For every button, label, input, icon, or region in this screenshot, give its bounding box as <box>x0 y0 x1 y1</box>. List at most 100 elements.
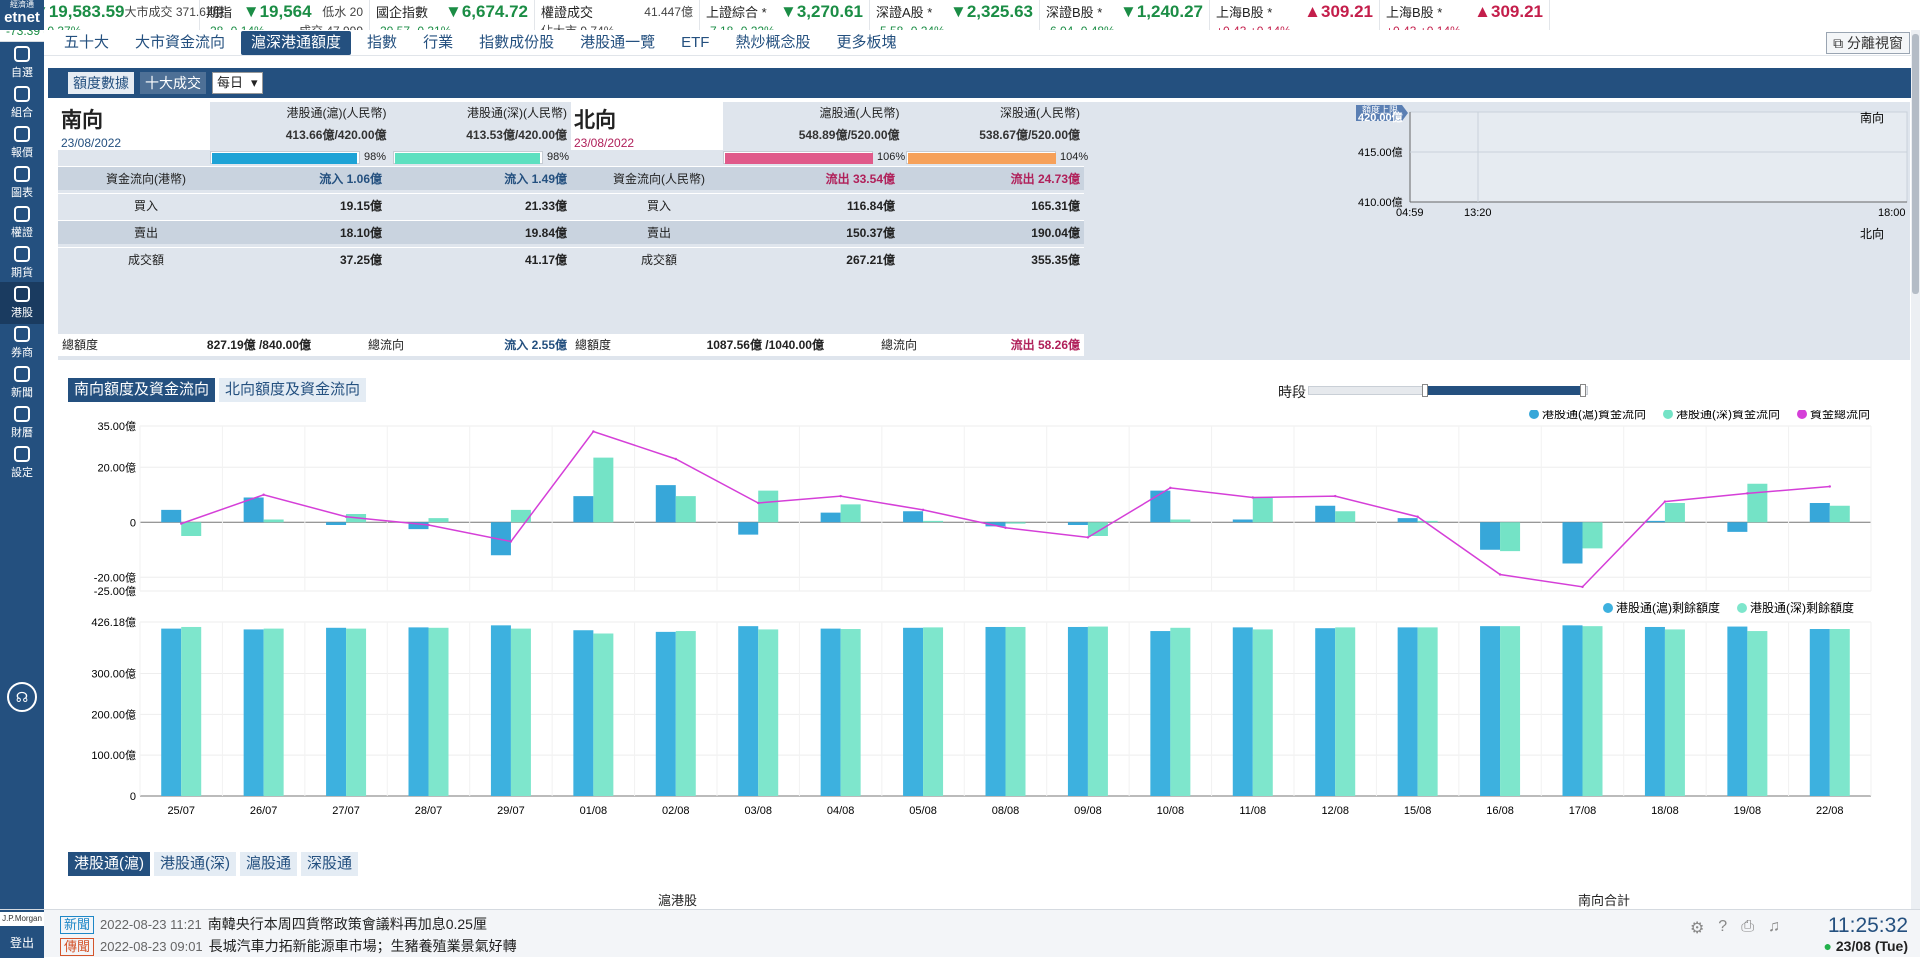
nav-tab-6[interactable]: 港股通一覽 <box>570 31 665 55</box>
sidebar-item-chart[interactable]: 圖表 <box>0 162 44 204</box>
sidebar-item-futures[interactable]: 期貨 <box>0 242 44 284</box>
bar-港股通(滬)剩餘額度-03/08[interactable] <box>738 626 759 796</box>
bar-港股通(深)資金流向-11/08[interactable] <box>1252 497 1273 523</box>
sidebar-item-portfolio[interactable]: 組合 <box>0 82 44 124</box>
nav-tab-7[interactable]: ETF <box>671 31 719 55</box>
bar-港股通(滬)剩餘額度-08/08[interactable] <box>985 626 1006 796</box>
bar-港股通(滬)資金流向-17/08[interactable] <box>1562 522 1583 564</box>
bar-港股通(滬)剩餘額度-15/08[interactable] <box>1397 627 1418 796</box>
bar-港股通(滬)剩餘額度-09/08[interactable] <box>1067 626 1088 796</box>
bar-港股通(滬)剩餘額度-19/08[interactable] <box>1727 626 1748 796</box>
nav-tab-2[interactable]: 滬深港通額度 <box>241 30 352 55</box>
point-資金總流向-29/07[interactable] <box>509 540 513 543</box>
bar-港股通(深)剩餘額度-01/08[interactable] <box>593 633 614 796</box>
bar-港股通(深)資金流向-03/08[interactable] <box>758 490 779 523</box>
print-icon[interactable]: ⎙ <box>1741 918 1754 938</box>
point-資金總流向-11/08[interactable] <box>1251 496 1254 499</box>
point-資金總流向-01/08[interactable] <box>592 430 595 433</box>
scrollbar-thumb[interactable] <box>1912 34 1919 294</box>
bar-港股通(深)剩餘額度-17/08[interactable] <box>1582 626 1603 796</box>
point-資金總流向-25/07[interactable] <box>180 522 183 525</box>
bar-港股通(深)剩餘額度-08/08[interactable] <box>1005 626 1026 796</box>
bar-港股通(深)剩餘額度-12/08[interactable] <box>1335 627 1356 796</box>
logout-area[interactable]: J.P.Morgan 登出 <box>0 910 44 958</box>
period-select[interactable]: 每日 ▾ <box>212 72 263 94</box>
bar-港股通(深)剩餘額度-09/08[interactable] <box>1087 626 1108 796</box>
bar-港股通(滬)剩餘額度-27/07[interactable] <box>326 627 347 796</box>
bar-港股通(深)資金流向-19/08[interactable] <box>1747 483 1768 523</box>
bar-港股通(滬)資金流向-27/07[interactable] <box>326 522 347 525</box>
sound-icon[interactable]: ♫ <box>1768 918 1780 938</box>
bar-港股通(深)剩餘額度-11/08[interactable] <box>1252 629 1273 796</box>
bar-港股通(深)剩餘額度-10/08[interactable] <box>1170 627 1191 796</box>
bar-港股通(深)剩餘額度-15/08[interactable] <box>1417 627 1438 796</box>
nav-tab-8[interactable]: 熱炒概念股 <box>725 31 820 55</box>
slider-right-handle[interactable] <box>1580 384 1586 397</box>
point-資金總流向-28/07[interactable] <box>427 523 430 527</box>
legend-label[interactable]: 資金總流向 <box>1810 410 1870 421</box>
bar-港股通(深)資金流向-28/07[interactable] <box>428 518 449 523</box>
daily-tab-2[interactable]: 滬股通 <box>240 852 298 876</box>
period-slider[interactable] <box>1308 384 1588 397</box>
bar-港股通(滬)資金流向-10/08[interactable] <box>1150 490 1171 523</box>
bar-港股通(滬)資金流向-03/08[interactable] <box>738 522 759 535</box>
bar-港股通(深)資金流向-29/07[interactable] <box>510 509 531 523</box>
bar-港股通(深)剩餘額度-18/08[interactable] <box>1664 629 1685 796</box>
bar-港股通(深)剩餘額度-25/07[interactable] <box>181 626 202 796</box>
support-icon[interactable]: ☊ <box>7 682 37 712</box>
bar-港股通(滬)剩餘額度-16/08[interactable] <box>1480 626 1501 796</box>
sidebar-item-star[interactable]: 自選 <box>0 42 44 84</box>
bar-港股通(滬)資金流向-22/08[interactable] <box>1809 503 1830 523</box>
bar-港股通(滬)剩餘額度-11/08[interactable] <box>1232 627 1253 796</box>
bar-港股通(深)資金流向-01/08[interactable] <box>593 457 614 523</box>
bar-港股通(深)資金流向-18/08[interactable] <box>1664 503 1685 523</box>
bar-港股通(深)資金流向-17/08[interactable] <box>1582 522 1603 549</box>
point-資金總流向-02/08[interactable] <box>674 457 677 461</box>
bar-港股通(深)資金流向-15/08[interactable] <box>1417 520 1438 523</box>
bar-港股通(滬)資金流向-11/08[interactable] <box>1232 519 1253 523</box>
daily-tab-3[interactable]: 深股通 <box>301 852 359 876</box>
split-window-button[interactable]: ⧉ 分離視窗 <box>1826 32 1910 54</box>
sidebar-item-quote[interactable]: 報價 <box>0 122 44 164</box>
flow-tab-1[interactable]: 北向額度及資金流向 <box>219 378 367 402</box>
bar-港股通(滬)資金流向-16/08[interactable] <box>1480 522 1501 550</box>
bar-港股通(滬)資金流向-18/08[interactable] <box>1644 520 1665 523</box>
slider-left-handle[interactable] <box>1422 384 1428 397</box>
bar-港股通(滬)資金流向-19/08[interactable] <box>1727 522 1748 532</box>
bar-港股通(深)資金流向-12/08[interactable] <box>1335 511 1356 523</box>
bar-港股通(滬)資金流向-25/07[interactable] <box>161 509 182 523</box>
news-item[interactable]: 傳聞 2022-08-23 09:01 長城汽車力拓新能源車市場；生豬養殖業景氣好轉 <box>60 936 517 956</box>
subtab-1[interactable]: 十大成交 <box>140 72 206 94</box>
legend-label[interactable]: 港股通(深)資金流向 <box>1676 410 1780 421</box>
bar-港股通(深)剩餘額度-16/08[interactable] <box>1500 626 1521 796</box>
bar-港股通(滬)資金流向-05/08[interactable] <box>903 511 924 523</box>
bar-港股通(滬)剩餘額度-10/08[interactable] <box>1150 631 1171 796</box>
bar-港股通(滬)剩餘額度-17/08[interactable] <box>1562 625 1583 796</box>
bar-港股通(滬)剩餘額度-28/07[interactable] <box>408 627 429 796</box>
legend-label[interactable]: 港股通(深)剩餘額度 <box>1750 600 1854 615</box>
bar-港股通(深)資金流向-02/08[interactable] <box>675 496 696 523</box>
bar-港股通(深)剩餘額度-19/08[interactable] <box>1747 631 1768 796</box>
bar-港股通(深)資金流向-04/08[interactable] <box>840 504 861 523</box>
bar-港股通(深)剩餘額度-22/08[interactable] <box>1829 629 1850 796</box>
nav-tab-0[interactable]: 五十大 <box>54 31 119 55</box>
bar-港股通(深)資金流向-05/08[interactable] <box>923 520 944 523</box>
legend-label[interactable]: 港股通(滬)剩餘額度 <box>1616 600 1720 615</box>
daily-tab-1[interactable]: 港股通(深) <box>154 852 236 876</box>
nav-tab-4[interactable]: 行業 <box>413 31 463 55</box>
bar-港股通(滬)資金流向-01/08[interactable] <box>573 496 594 523</box>
legend-label[interactable]: 港股通(滬)資金流向 <box>1542 410 1646 421</box>
point-資金總流向-19/08[interactable] <box>1746 492 1749 495</box>
bar-港股通(滬)資金流向-09/08[interactable] <box>1067 522 1088 525</box>
point-資金總流向-12/08[interactable] <box>1334 494 1337 498</box>
point-資金總流向-16/08[interactable] <box>1498 573 1502 576</box>
bar-港股通(滬)剩餘額度-04/08[interactable] <box>820 628 841 796</box>
point-資金總流向-17/08[interactable] <box>1581 585 1584 589</box>
daily-tab-0[interactable]: 港股通(滬) <box>68 852 150 876</box>
bar-港股通(滬)資金流向-02/08[interactable] <box>655 485 676 523</box>
bar-港股通(滬)剩餘額度-22/08[interactable] <box>1809 629 1830 796</box>
bar-港股通(深)資金流向-22/08[interactable] <box>1829 505 1850 523</box>
bar-港股通(深)剩餘額度-26/07[interactable] <box>263 628 284 796</box>
nav-tab-3[interactable]: 指數 <box>357 31 407 55</box>
point-資金總流向-04/08[interactable] <box>839 494 842 498</box>
